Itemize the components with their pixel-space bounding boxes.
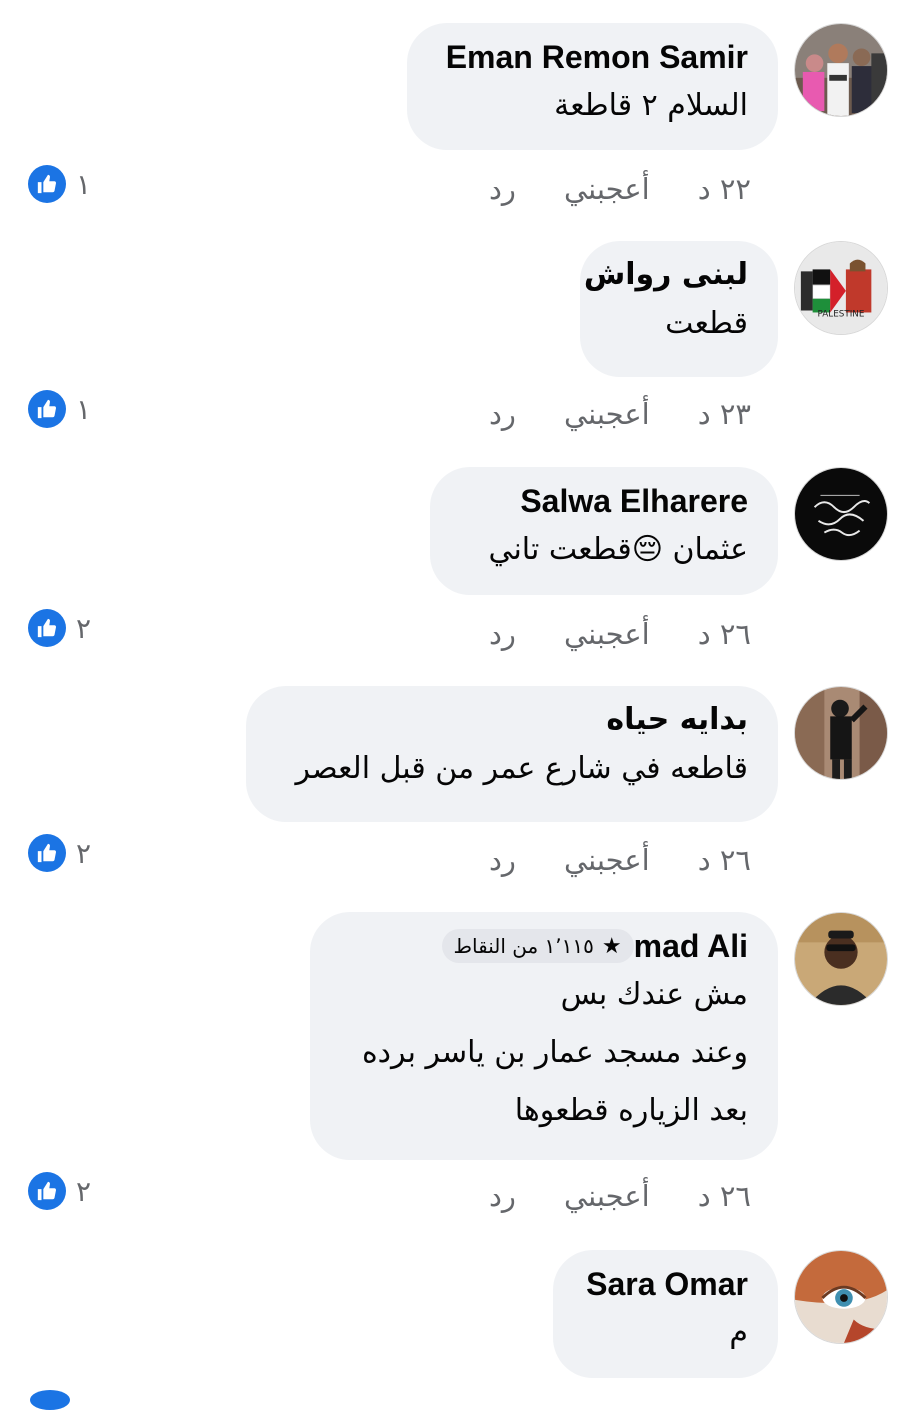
comment-author[interactable]: mad Ali xyxy=(634,926,748,966)
thumbs-up-icon xyxy=(30,1390,70,1410)
svg-text:PALESTINE: PALESTINE xyxy=(818,309,865,319)
reaction-count[interactable]: ٢ xyxy=(28,608,91,648)
like-button[interactable]: أعجبني xyxy=(564,172,650,206)
comment-author[interactable]: بدايه حياه xyxy=(276,700,748,740)
comment-actions: ٢٦ د أعجبني رد xyxy=(489,838,751,882)
woman-standing-icon xyxy=(795,687,887,779)
reply-button[interactable]: رد xyxy=(489,172,516,206)
star-icon: ★ xyxy=(601,933,622,959)
comment-bubble: Sara Omar م xyxy=(553,1250,778,1378)
comment-time[interactable]: ٢٢ د xyxy=(698,172,751,206)
thumbs-up-icon xyxy=(28,165,66,203)
comment-text: قطعت xyxy=(665,306,748,341)
reply-button[interactable]: رد xyxy=(489,397,516,431)
comment-text: وعند مسجد عمار بن ياسر برده xyxy=(361,1035,748,1070)
profile-photo-group-icon xyxy=(795,24,887,116)
avatar[interactable]: PALESTINE xyxy=(794,241,888,335)
avatar[interactable] xyxy=(794,1250,888,1344)
reply-button[interactable]: رد xyxy=(489,843,516,877)
comment-text: عثمان 😔قطعت تاني xyxy=(488,532,748,567)
avatar[interactable] xyxy=(794,23,888,117)
reaction-number: ١ xyxy=(76,392,92,426)
comment-actions: ٢٦ د أعجبني رد xyxy=(489,612,751,656)
author-row: mad Ali ★ ١٬١١٥ من النقاط xyxy=(340,926,748,966)
comment-text: بعد الزياره قطعوها xyxy=(514,1093,748,1128)
reply-button[interactable]: رد xyxy=(489,1179,516,1213)
comment-author[interactable]: Sara Omar xyxy=(583,1264,748,1304)
comment-author[interactable]: Salwa Elharere xyxy=(460,481,748,521)
reaction-number: ٢ xyxy=(76,836,92,870)
thumbs-up-icon xyxy=(28,834,66,872)
avatar[interactable] xyxy=(794,912,888,1006)
thumbs-up-icon xyxy=(28,1172,66,1210)
comment-actions: ٢٦ د أعجبني رد xyxy=(489,1174,751,1218)
comment-time[interactable]: ٢٦ د xyxy=(698,1179,751,1213)
comment-text: قاطعه في شارع عمر من قبل العصر xyxy=(295,751,748,786)
comment-bubble: mad Ali ★ ١٬١١٥ من النقاط مش عندك بس وعن… xyxy=(310,912,778,1160)
comment-bubble: Eman Remon Samir السلام ٢ قاطعة xyxy=(407,23,778,150)
thumbs-up-icon xyxy=(28,609,66,647)
comment-time[interactable]: ٢٦ د xyxy=(698,617,751,651)
palestine-flag-fist-icon: PALESTINE xyxy=(795,242,887,334)
reply-button[interactable]: رد xyxy=(489,617,516,651)
comment-author[interactable]: لبنى رواش xyxy=(584,255,748,295)
reaction-number: ٢ xyxy=(76,611,92,645)
comment-actions: ٢٣ د أعجبني رد xyxy=(489,392,751,436)
comment-bubble: بدايه حياه قاطعه في شارع عمر من قبل العص… xyxy=(246,686,778,822)
comment-time[interactable]: ٢٦ د xyxy=(698,843,751,877)
comment-bubble: Salwa Elharere عثمان 😔قطعت تاني xyxy=(430,467,778,595)
reaction-number: ٢ xyxy=(76,1174,92,1208)
avatar[interactable] xyxy=(794,686,888,780)
reaction-count[interactable]: ١ xyxy=(28,389,91,429)
reaction-count[interactable]: ٢ xyxy=(28,1171,91,1211)
comment-text: مش عندك بس xyxy=(560,977,748,1012)
top-fan-badge[interactable]: ★ ١٬١١٥ من النقاط xyxy=(441,929,634,963)
man-with-sunglasses-icon xyxy=(795,913,887,1005)
avatar[interactable] xyxy=(794,467,888,561)
comment-text: السلام ٢ قاطعة xyxy=(554,88,748,123)
comment-text: م xyxy=(729,1315,748,1350)
like-button[interactable]: أعجبني xyxy=(564,1179,650,1213)
thumbs-up-icon xyxy=(28,390,66,428)
comment-author[interactable]: Eman Remon Samir xyxy=(437,37,748,77)
reaction-number: ١ xyxy=(76,167,92,201)
like-button[interactable]: أعجبني xyxy=(564,843,650,877)
reaction-count[interactable]: ١ xyxy=(28,164,91,204)
badge-points: ١٬١١٥ من النقاط xyxy=(453,934,594,958)
black-calligraphy-icon xyxy=(795,468,887,560)
comment-time[interactable]: ٢٣ د xyxy=(698,397,751,431)
like-button[interactable]: أعجبني xyxy=(564,397,650,431)
like-button[interactable]: أعجبني xyxy=(564,617,650,651)
comment-actions: ٢٢ د أعجبني رد xyxy=(489,167,751,211)
comment-bubble: لبنى رواش قطعت xyxy=(580,241,778,377)
painted-eye-face-icon xyxy=(795,1251,887,1343)
reaction-count[interactable]: ٢ xyxy=(28,833,91,873)
